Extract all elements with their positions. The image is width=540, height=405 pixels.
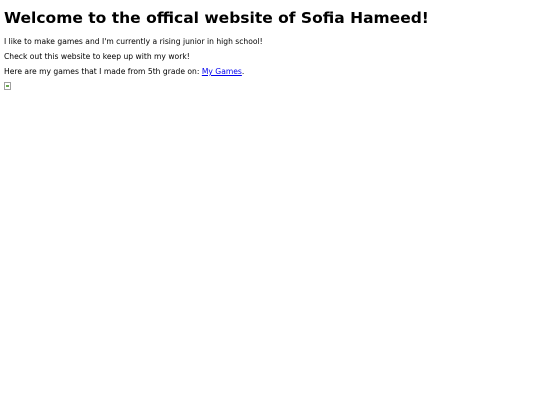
games-prefix-text: Here are my games that I made from 5th g…: [4, 67, 202, 76]
check-out-text: Check out this website to keep up with m…: [4, 52, 190, 61]
my-games-link[interactable]: My Games: [202, 67, 242, 76]
broken-image-icon: [4, 82, 11, 90]
page-content: Welcome to the offical website of Sofia …: [0, 0, 540, 90]
page-title: Welcome to the offical website of Sofia …: [4, 9, 429, 27]
intro-text: I like to make games and I'm currently a…: [4, 37, 263, 46]
games-suffix-text: .: [241, 67, 245, 76]
games-line: Here are my games that I made from 5th g…: [4, 67, 536, 76]
